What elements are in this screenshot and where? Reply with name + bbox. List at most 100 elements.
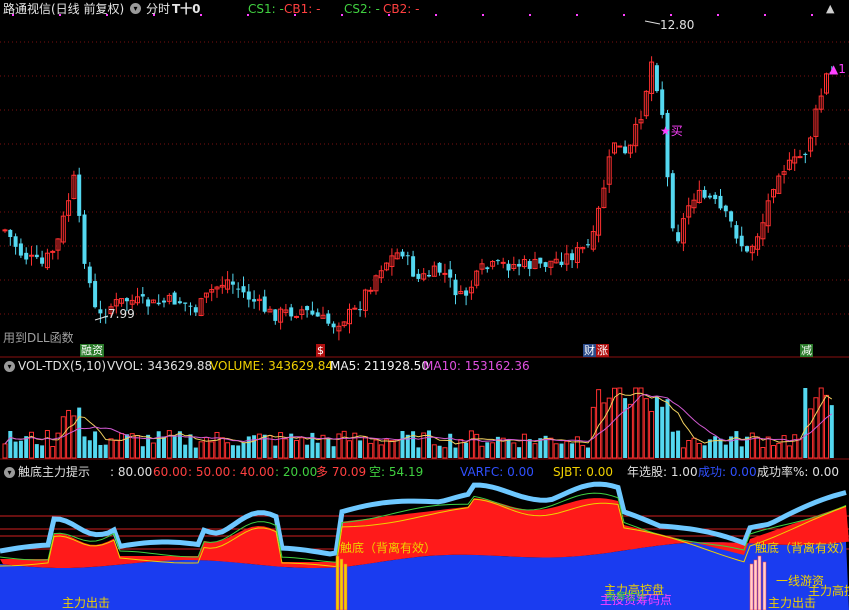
candle-body: [236, 288, 241, 290]
signal-dot: [247, 14, 249, 16]
volume-bar: [40, 445, 45, 458]
volume-bar: [183, 444, 188, 458]
volume-bar: [760, 446, 766, 459]
candle-body: [702, 189, 707, 198]
signal-dot: [670, 14, 672, 16]
volume-bar: [797, 438, 803, 459]
xishou-lasheng: 吸筹拉升: [606, 592, 646, 603]
candle-body: [448, 269, 453, 278]
candle-body: [331, 323, 336, 328]
volume-chart[interactable]: [0, 358, 849, 460]
tag-zhang[interactable]: 涨: [596, 344, 609, 357]
volume-bar: [521, 433, 527, 459]
signal-bar: [343, 563, 348, 610]
candle-body: [294, 315, 299, 318]
signal-dot: [717, 14, 719, 16]
candle-body: [326, 313, 331, 324]
candle-body: [98, 309, 103, 314]
candle-body: [416, 273, 421, 279]
candle-body: [654, 65, 659, 92]
candle-body: [352, 307, 358, 310]
candle-body: [252, 299, 257, 302]
volume-bar: [8, 430, 13, 458]
candle-body: [310, 310, 315, 315]
volume-bar: [236, 445, 241, 458]
candle-body: [427, 275, 431, 277]
indicator-name: 触底主力提示: [18, 465, 91, 479]
volume-bar: [209, 441, 215, 459]
candle-body: [172, 292, 177, 305]
ma5-value: MA5: 211928.50: [330, 359, 429, 373]
volume-bar: [77, 407, 82, 458]
volume-bar: [225, 442, 231, 459]
candle-body: [246, 291, 251, 300]
buy-signal-label: ★买: [660, 124, 683, 138]
candle-body: [230, 281, 235, 285]
candle-body: [729, 211, 734, 222]
volume-bar: [82, 436, 87, 458]
duo-value: 多 70.09: [316, 465, 367, 479]
volume-bar: [437, 445, 442, 458]
signal-dot: [764, 14, 766, 16]
candle-body: [500, 261, 506, 264]
volume-bar: [87, 440, 92, 458]
candle-body: [315, 312, 320, 317]
candle-body: [437, 262, 442, 273]
tag-rongzi[interactable]: 融资: [80, 344, 104, 357]
volume-bar: [570, 443, 575, 458]
volume-bar: [638, 387, 644, 459]
volume-bar: [803, 388, 808, 458]
candle-body: [405, 255, 410, 257]
high-pointer: [644, 20, 661, 25]
candle-body: [718, 195, 723, 209]
volume-bar: [564, 440, 570, 459]
volume-bar: [468, 430, 474, 459]
ma10-value: MA10: 153162.36: [423, 359, 530, 373]
volume-bar: [765, 436, 771, 459]
chevron-down-icon[interactable]: ▾: [4, 467, 15, 478]
signal-bar: [749, 563, 754, 610]
signal-bar: [335, 555, 340, 610]
volume-bar: [315, 442, 320, 458]
tag-cai[interactable]: 财: [583, 344, 596, 357]
volume-bar: [506, 439, 511, 458]
candle-body: [617, 145, 623, 148]
level-40: : 40.00: [232, 465, 275, 479]
tag-dollar[interactable]: $: [316, 344, 325, 357]
level-60: 60.00: [153, 465, 188, 479]
volume-bar: [193, 447, 198, 458]
candlestick-chart[interactable]: [0, 0, 849, 358]
volume-bar: [156, 431, 161, 458]
candle-body: [464, 290, 469, 296]
volume-bar: [198, 441, 204, 459]
volume-bar: [294, 439, 299, 459]
volume-bar: [362, 436, 368, 459]
volume-bar: [55, 432, 61, 459]
candle-body: [739, 235, 744, 247]
volume-bar: [188, 434, 193, 458]
indicator-chart[interactable]: [0, 464, 849, 610]
volume-bar: [50, 446, 56, 459]
candle-body: [453, 279, 458, 296]
candle-body: [797, 156, 803, 159]
candle-body: [29, 254, 34, 257]
volume-bar: [108, 438, 114, 459]
volume-bar: [368, 442, 374, 459]
volume-bar: [140, 446, 145, 458]
volume-bar: [416, 447, 421, 458]
candle-body: [734, 225, 739, 239]
candle-body: [124, 298, 129, 302]
candle-body: [2, 229, 8, 232]
volume-bar: [135, 435, 140, 459]
volume-bar: [299, 437, 305, 459]
signal-dot: [623, 14, 625, 16]
chevron-down-icon[interactable]: ▾: [4, 361, 15, 372]
volume-bar: [527, 439, 532, 458]
candle-body: [670, 173, 675, 229]
candle-body: [262, 296, 267, 312]
volume-bar: [389, 440, 395, 459]
volume-bar: [172, 435, 177, 458]
volume-bar: [723, 444, 728, 458]
tag-jian[interactable]: 减: [800, 344, 813, 357]
volume-bar: [400, 431, 405, 458]
